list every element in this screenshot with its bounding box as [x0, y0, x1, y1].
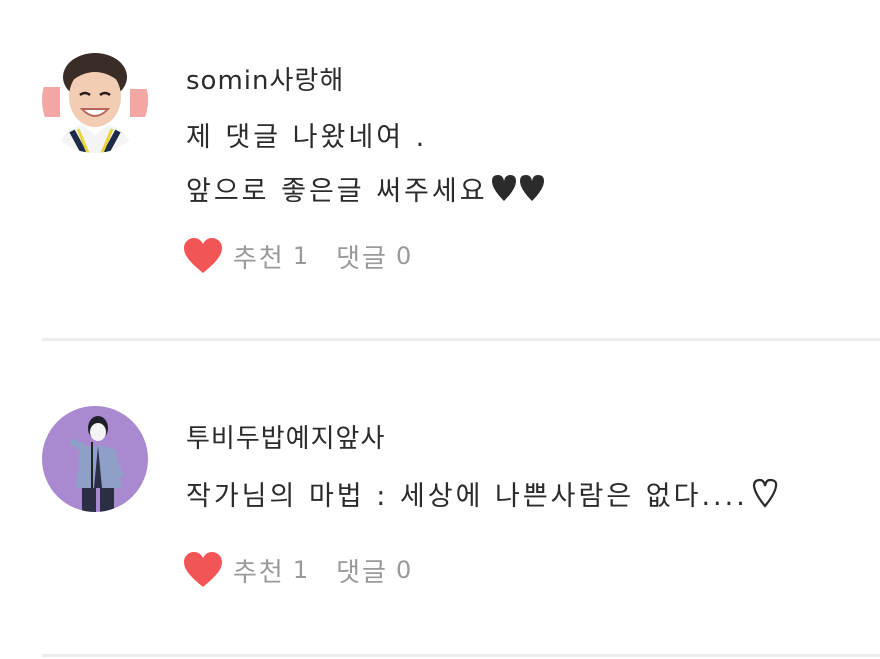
reply-count: 0 — [395, 556, 412, 584]
divider — [42, 654, 880, 657]
comment-actions: 추천 1 댓글 0 — [183, 550, 411, 590]
reply-count: 0 — [395, 242, 412, 270]
comment-item: somin사랑해 제 댓글 나왔네여 . 앞으로 좋은글 써주세요 추천 1 댓… — [0, 0, 880, 340]
comment-line-with-emoji: 작가님의 마법 : 세상에 나쁜사람은 없다.... — [186, 470, 780, 527]
comment-line-with-emoji: 앞으로 좋은글 써주세요 — [186, 165, 550, 222]
heart-icon — [183, 237, 223, 275]
outline-heart-icon — [750, 473, 780, 527]
like-button[interactable]: 추천 1 — [183, 551, 308, 589]
like-count: 1 — [292, 242, 309, 270]
comment-list: somin사랑해 제 댓글 나왔네여 . 앞으로 좋은글 써주세요 추천 1 댓… — [0, 0, 880, 659]
heart-icon — [183, 551, 223, 589]
like-label: 추천 — [233, 243, 285, 274]
comment-line: 작가님의 마법 : 세상에 나쁜사람은 없다.... — [186, 481, 748, 512]
comment-line: 제 댓글 나왔네여 . — [186, 122, 428, 153]
avatar[interactable] — [42, 406, 148, 512]
reply-label: 댓글 — [336, 557, 388, 588]
like-label: 추천 — [233, 557, 285, 588]
comment-item: 투비두밥예지앞사 작가님의 마법 : 세상에 나쁜사람은 없다.... 추천 1… — [0, 342, 880, 656]
reply-button[interactable]: 댓글 0 — [336, 552, 411, 589]
comment-author[interactable]: 투비두밥예지앞사 — [186, 418, 385, 455]
reply-button[interactable]: 댓글 0 — [336, 238, 411, 275]
reply-label: 댓글 — [336, 243, 388, 274]
avatar[interactable] — [42, 47, 148, 153]
divider — [42, 338, 880, 341]
comment-actions: 추천 1 댓글 0 — [183, 236, 411, 276]
comment-line: 앞으로 좋은글 써주세요 — [186, 176, 488, 207]
comment-body: 작가님의 마법 : 세상에 나쁜사람은 없다.... — [186, 470, 780, 527]
illustrated-singer-icon — [42, 406, 148, 512]
profile-photo-icon — [42, 47, 148, 153]
comment-author[interactable]: somin사랑해 — [186, 60, 344, 97]
two-hearts-icon — [490, 168, 550, 222]
like-count: 1 — [292, 556, 309, 584]
like-button[interactable]: 추천 1 — [183, 237, 308, 275]
comment-body: 제 댓글 나왔네여 . 앞으로 좋은글 써주세요 — [186, 111, 550, 222]
